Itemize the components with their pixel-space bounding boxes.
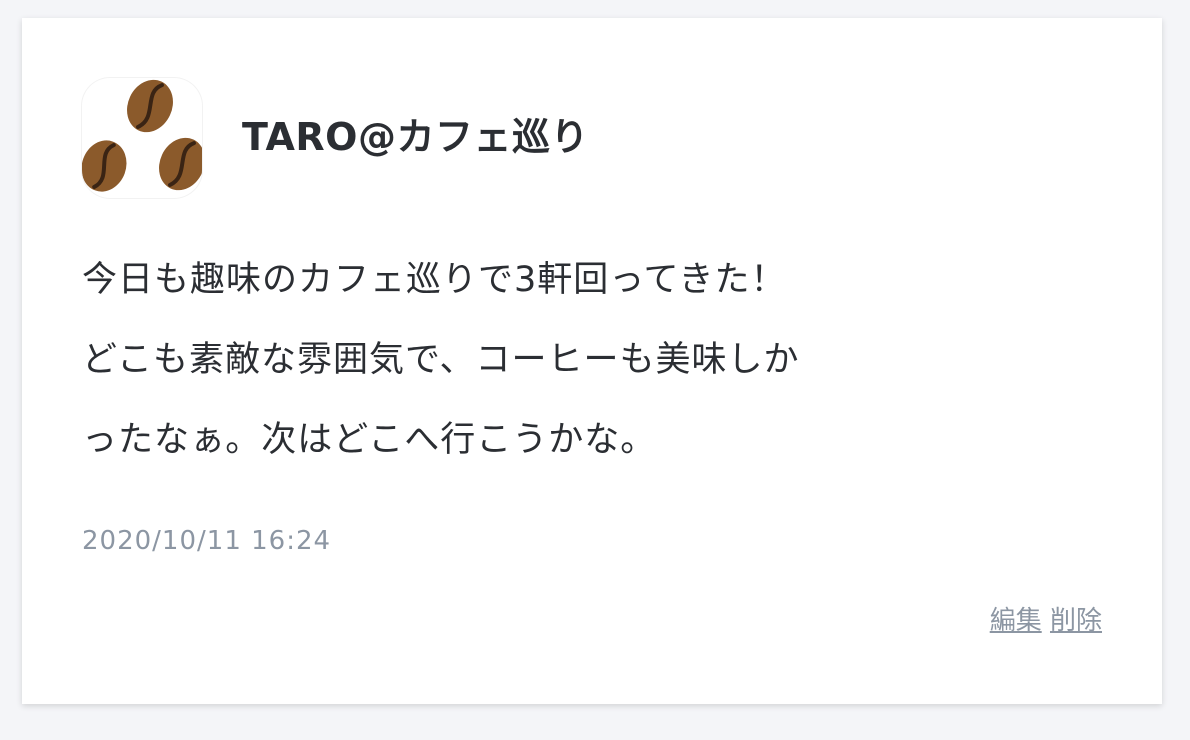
username[interactable]: TARO@カフェ巡り <box>242 106 589 161</box>
post-body-line: ったなぁ。次はどこへ行こうかな。 <box>82 420 657 460</box>
coffee-beans-icon <box>82 79 202 192</box>
post-card: TARO@カフェ巡り 今日も趣味のカフェ巡りで3軒回ってきた！ どこも素敵な雰囲… <box>22 18 1162 704</box>
delete-link[interactable]: 削除 <box>1050 606 1102 636</box>
edit-link[interactable]: 編集 <box>990 606 1042 636</box>
avatar[interactable] <box>82 78 202 198</box>
post-body: 今日も趣味のカフェ巡りで3軒回ってきた！ どこも素敵な雰囲気で、コーヒーも美味し… <box>82 240 1102 480</box>
post-body-line: 今日も趣味のカフェ巡りで3軒回ってきた！ <box>82 260 787 300</box>
post-timestamp: 2020/10/11 16:24 <box>82 526 332 556</box>
post-body-line: どこも素敵な雰囲気で、コーヒーも美味しか <box>82 340 800 380</box>
post-actions: 編集 削除 <box>990 600 1102 637</box>
